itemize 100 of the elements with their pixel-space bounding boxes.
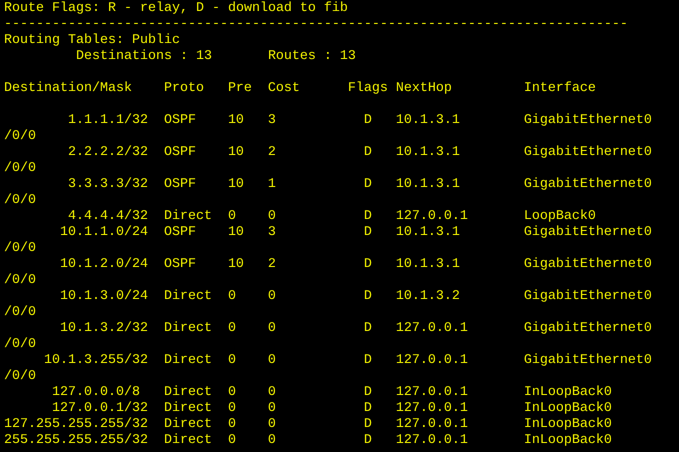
table-cell: 255.255.255.255/32: [4, 433, 148, 448]
table-cell: 0: [228, 433, 236, 448]
table-cell: GigabitEthernet0: [524, 113, 652, 128]
table-cell: Direct: [164, 433, 212, 448]
table-cell: 10: [228, 225, 244, 240]
column-header: NextHop: [396, 81, 453, 97]
table-cell: D: [364, 353, 372, 368]
interface-continuation: /0/0: [4, 369, 36, 384]
table-cell: Direct: [164, 417, 212, 432]
table-cell: OSPF: [164, 225, 196, 240]
interface-continuation: /0/0: [4, 193, 36, 208]
interface-continuation: /0/0: [4, 241, 36, 256]
column-header: Flags: [348, 81, 389, 97]
table-cell: 10.1.1.0/24: [60, 225, 148, 240]
table-cell: 3: [268, 113, 276, 128]
routing-tables-line: Routing Tables: Public: [4, 33, 181, 49]
routes-count: Routes : 13: [268, 49, 357, 65]
table-cell: 127.0.0.1: [396, 417, 468, 432]
destinations-count: Destinations : 13: [74, 49, 213, 65]
table-cell: GigabitEthernet0: [524, 257, 652, 272]
table-cell: OSPF: [164, 177, 196, 192]
table-cell: 10.1.3.1: [396, 145, 460, 160]
interface-continuation: /0/0: [4, 161, 36, 176]
table-cell: 127.0.0.1/32: [52, 401, 148, 416]
table-cell: 0: [228, 289, 236, 304]
table-cell: 127.0.0.1: [396, 353, 468, 368]
table-cell: 1: [268, 177, 276, 192]
table-cell: 10.1.3.0/24: [60, 289, 148, 304]
table-cell: 0: [268, 289, 276, 304]
table-cell: 10: [228, 113, 244, 128]
table-cell: InLoopBack0: [524, 385, 612, 400]
table-cell: OSPF: [164, 145, 196, 160]
table-cell: 0: [268, 401, 276, 416]
table-cell: 127.0.0.1: [396, 433, 468, 448]
column-header: Interface: [524, 81, 597, 97]
column-header: Cost: [268, 81, 301, 97]
table-cell: 127.0.0.1: [396, 321, 468, 336]
table-cell: Direct: [164, 353, 212, 368]
table-cell: 2: [268, 145, 276, 160]
table-cell: 4.4.4.4/32: [68, 209, 148, 224]
table-cell: 0: [268, 321, 276, 336]
table-cell: D: [364, 225, 372, 240]
table-cell: D: [364, 209, 372, 224]
table-cell: GigabitEthernet0: [524, 225, 652, 240]
table-cell: D: [364, 433, 372, 448]
table-cell: 0: [228, 353, 236, 368]
table-cell: 0: [268, 385, 276, 400]
table-cell: 10.1.3.1: [396, 257, 460, 272]
table-cell: GigabitEthernet0: [524, 321, 652, 336]
table-cell: 127.0.0.1: [396, 385, 468, 400]
table-cell: Direct: [164, 401, 212, 416]
table-cell: InLoopBack0: [524, 401, 612, 416]
table-cell: GigabitEthernet0: [524, 145, 652, 160]
table-cell: 10: [228, 145, 244, 160]
table-cell: Direct: [164, 385, 212, 400]
table-cell: 0: [228, 401, 236, 416]
table-cell: 0: [228, 385, 236, 400]
interface-continuation: /0/0: [4, 305, 36, 320]
interface-continuation: /0/0: [4, 129, 36, 144]
table-cell: D: [364, 177, 372, 192]
table-cell: 3.3.3.3/32: [68, 177, 148, 192]
table-cell: 2: [268, 257, 276, 272]
table-cell: 2.2.2.2/32: [68, 145, 148, 160]
table-cell: 10.1.3.1: [396, 177, 460, 192]
table-cell: D: [364, 417, 372, 432]
table-cell: InLoopBack0: [524, 433, 612, 448]
table-cell: 0: [228, 321, 236, 336]
table-cell: GigabitEthernet0: [524, 353, 652, 368]
column-header: Proto: [164, 81, 205, 97]
table-cell: InLoopBack0: [524, 417, 612, 432]
table-cell: 127.0.0.0/8: [52, 385, 140, 400]
table-cell: 0: [268, 417, 276, 432]
table-cell: 0: [268, 209, 276, 224]
table-cell: 10.1.3.2/32: [60, 321, 148, 336]
route-flags-line: Route Flags: R - relay, D - download to fib: [4, 1, 349, 17]
table-cell: 10.1.3.255/32: [44, 353, 148, 368]
table-cell: 3: [268, 225, 276, 240]
table-cell: D: [364, 321, 372, 336]
table-cell: D: [364, 257, 372, 272]
table-cell: OSPF: [164, 113, 196, 128]
table-cell: 10: [228, 177, 244, 192]
table-cell: 10.1.3.1: [396, 225, 460, 240]
table-cell: LoopBack0: [524, 209, 596, 224]
table-cell: OSPF: [164, 257, 196, 272]
table-cell: Direct: [164, 289, 212, 304]
table-cell: Direct: [164, 321, 212, 336]
column-header: Destination/Mask: [4, 81, 133, 97]
table-cell: 0: [268, 433, 276, 448]
interface-continuation: /0/0: [4, 273, 36, 288]
table-cell: D: [364, 289, 372, 304]
table-cell: GigabitEthernet0: [524, 177, 652, 192]
table-cell: 10.1.3.1: [396, 113, 460, 128]
table-cell: 0: [268, 353, 276, 368]
table-cell: 0: [228, 209, 236, 224]
separator-line: ------------------------------------------------------------------------------: [4, 17, 629, 33]
table-cell: 10: [228, 257, 244, 272]
table-cell: Direct: [164, 209, 212, 224]
table-cell: 127.255.255.255/32: [4, 417, 148, 432]
table-cell: 127.0.0.1: [396, 209, 468, 224]
table-cell: 10.1.3.2: [396, 289, 460, 304]
